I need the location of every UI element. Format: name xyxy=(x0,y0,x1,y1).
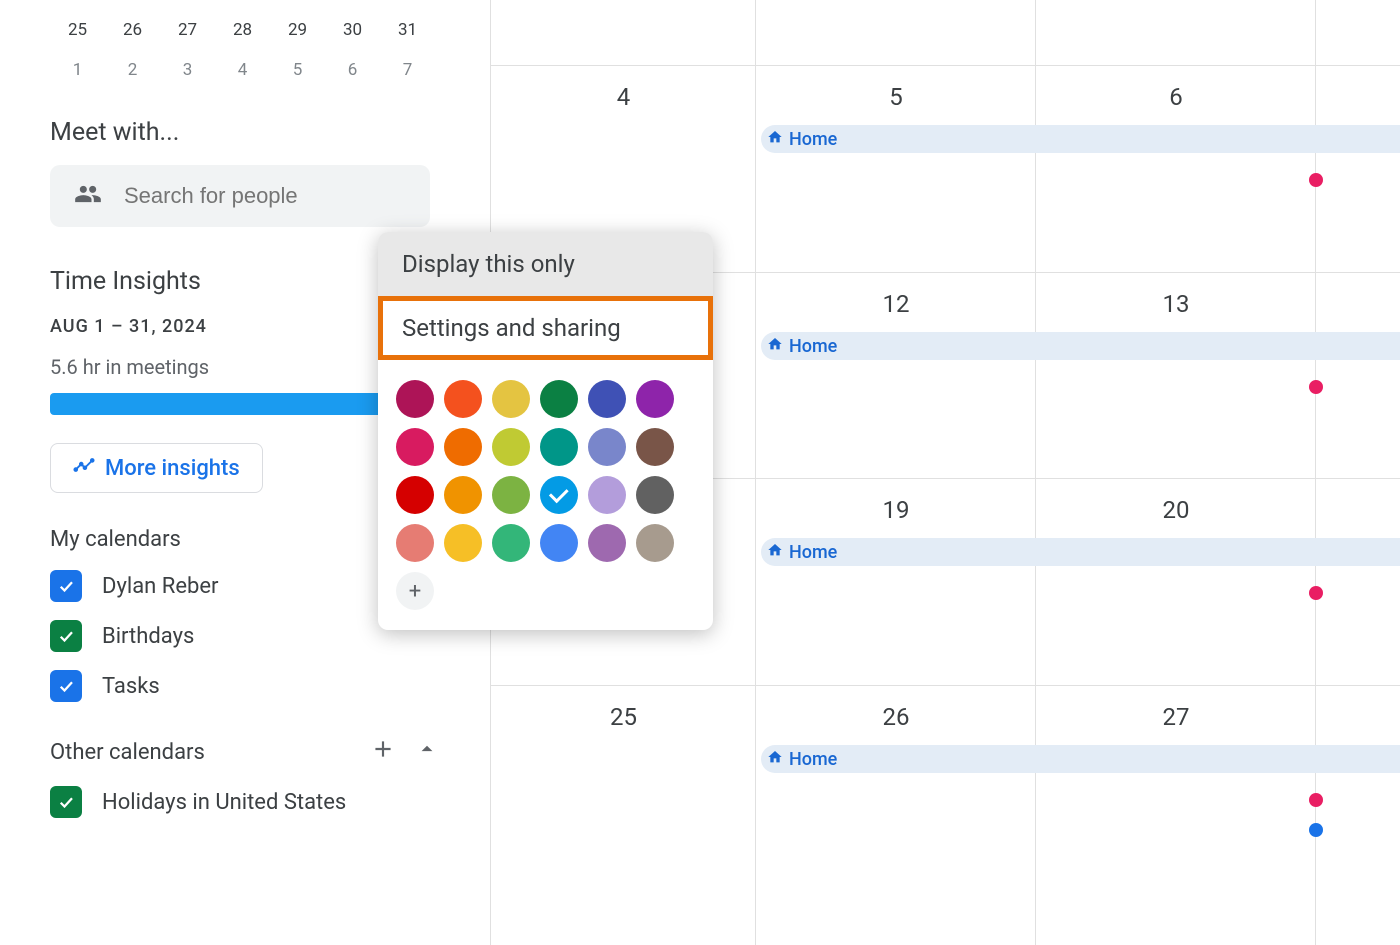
home-icon xyxy=(767,749,783,770)
mini-cal-day[interactable]: 30 xyxy=(325,10,380,50)
my-calendars-label: My calendars xyxy=(50,527,181,552)
day-number[interactable]: 4 xyxy=(491,65,756,111)
calendar-label: Dylan Reber xyxy=(102,574,218,599)
color-swatch[interactable] xyxy=(444,428,482,466)
people-icon xyxy=(74,180,102,212)
day-number[interactable]: 5 xyxy=(756,65,1036,111)
more-insights-label: More insights xyxy=(105,456,240,481)
mini-cal-day[interactable]: 7 xyxy=(380,50,435,90)
home-chip[interactable]: Home xyxy=(761,745,1400,773)
home-icon xyxy=(767,336,783,357)
calendar-item[interactable]: Holidays in United States xyxy=(50,786,440,818)
mini-cal-day[interactable]: 6 xyxy=(325,50,380,90)
color-swatch[interactable] xyxy=(636,476,674,514)
add-color-button[interactable]: + xyxy=(396,572,434,610)
color-swatch[interactable] xyxy=(396,428,434,466)
calendar-checkbox[interactable] xyxy=(50,786,82,818)
home-label: Home xyxy=(789,129,837,150)
color-swatch[interactable] xyxy=(540,380,578,418)
mini-cal-day[interactable]: 26 xyxy=(105,10,160,50)
calendar-checkbox[interactable] xyxy=(50,670,82,702)
calendar-options-popup: Display this only Settings and sharing + xyxy=(378,232,713,630)
mini-cal-row: 25 26 27 28 29 30 31 xyxy=(50,10,440,50)
mini-cal-day[interactable]: 27 xyxy=(160,10,215,50)
event-dot[interactable] xyxy=(1309,586,1323,600)
display-only-option[interactable]: Display this only xyxy=(378,232,713,296)
color-swatch[interactable] xyxy=(396,380,434,418)
color-swatch[interactable] xyxy=(540,428,578,466)
search-people-box[interactable] xyxy=(50,165,430,227)
mini-cal-day[interactable]: 3 xyxy=(160,50,215,90)
settings-sharing-option[interactable]: Settings and sharing xyxy=(378,296,713,360)
event-dot[interactable] xyxy=(1309,793,1323,807)
calendar-checkbox[interactable] xyxy=(50,570,82,602)
color-swatch[interactable] xyxy=(636,524,674,562)
other-calendars-label: Other calendars xyxy=(50,740,205,765)
mini-cal-day[interactable]: 28 xyxy=(215,10,270,50)
calendar-label: Tasks xyxy=(102,674,160,699)
color-swatch[interactable] xyxy=(588,428,626,466)
event-dot[interactable] xyxy=(1309,380,1323,394)
day-number[interactable]: 27 xyxy=(1036,685,1316,731)
time-insights-bar xyxy=(50,393,400,415)
calendar-label: Birthdays xyxy=(102,624,194,649)
color-swatch[interactable] xyxy=(588,476,626,514)
day-number[interactable]: 20 xyxy=(1036,478,1316,524)
home-icon xyxy=(767,129,783,150)
home-chip[interactable]: Home xyxy=(761,538,1400,566)
home-chip[interactable]: Home xyxy=(761,125,1400,153)
day-number[interactable]: 6 xyxy=(1036,65,1316,111)
color-swatch[interactable] xyxy=(396,524,434,562)
color-swatch[interactable] xyxy=(540,524,578,562)
mini-cal-day[interactable]: 1 xyxy=(50,50,105,90)
insights-icon xyxy=(73,454,95,482)
color-swatch[interactable] xyxy=(540,476,578,514)
add-calendar-button[interactable] xyxy=(370,736,396,768)
color-swatch[interactable] xyxy=(492,476,530,514)
color-swatch[interactable] xyxy=(492,428,530,466)
mini-cal-day[interactable]: 31 xyxy=(380,10,435,50)
color-picker: + xyxy=(378,360,713,630)
color-swatch[interactable] xyxy=(492,380,530,418)
more-insights-button[interactable]: More insights xyxy=(50,443,263,493)
color-swatch[interactable] xyxy=(492,524,530,562)
color-swatch[interactable] xyxy=(444,476,482,514)
mini-calendar: 25 26 27 28 29 30 31 1 2 3 4 5 6 7 xyxy=(50,10,440,90)
home-label: Home xyxy=(789,336,837,357)
event-dot[interactable] xyxy=(1309,823,1323,837)
color-swatch[interactable] xyxy=(588,524,626,562)
color-swatch[interactable] xyxy=(444,524,482,562)
home-label: Home xyxy=(789,749,837,770)
calendar-label: Holidays in United States xyxy=(102,790,346,815)
calendar-item[interactable]: Tasks xyxy=(50,670,440,702)
event-dot[interactable] xyxy=(1309,173,1323,187)
color-swatch[interactable] xyxy=(396,476,434,514)
color-swatch[interactable] xyxy=(636,428,674,466)
other-calendars-title[interactable]: Other calendars xyxy=(50,736,440,768)
day-number[interactable]: 12 xyxy=(756,272,1036,318)
mini-cal-day[interactable]: 29 xyxy=(270,10,325,50)
collapse-icon[interactable] xyxy=(414,736,440,768)
home-label: Home xyxy=(789,542,837,563)
day-number[interactable]: 13 xyxy=(1036,272,1316,318)
day-number[interactable]: 26 xyxy=(756,685,1036,731)
home-icon xyxy=(767,542,783,563)
mini-cal-row: 1 2 3 4 5 6 7 xyxy=(50,50,440,90)
home-chip[interactable]: Home xyxy=(761,332,1400,360)
color-swatch[interactable] xyxy=(444,380,482,418)
meet-with-title: Meet with... xyxy=(50,118,440,147)
mini-cal-day[interactable]: 4 xyxy=(215,50,270,90)
color-swatch[interactable] xyxy=(588,380,626,418)
search-people-input[interactable] xyxy=(122,182,406,210)
day-number[interactable]: 19 xyxy=(756,478,1036,524)
color-swatch[interactable] xyxy=(636,380,674,418)
mini-cal-day[interactable]: 25 xyxy=(50,10,105,50)
mini-cal-day[interactable]: 2 xyxy=(105,50,160,90)
calendar-checkbox[interactable] xyxy=(50,620,82,652)
mini-cal-day[interactable]: 5 xyxy=(270,50,325,90)
day-number[interactable]: 25 xyxy=(491,685,756,731)
